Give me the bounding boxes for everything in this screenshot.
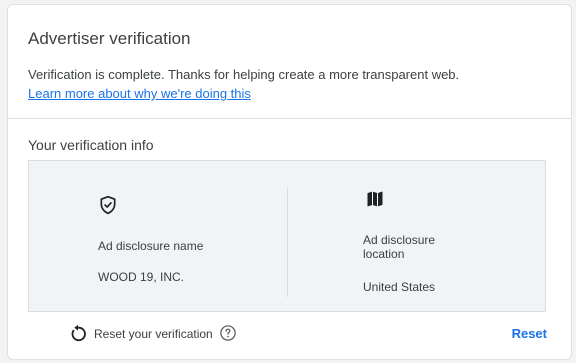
advertiser-verification-card: Advertiser verification Verification is …	[7, 4, 572, 360]
reset-icon	[71, 324, 86, 342]
verification-description: Verification is complete. Thanks for hel…	[28, 67, 460, 82]
ad-disclosure-location-value: United States	[363, 280, 436, 294]
ad-disclosure-name-value: WOOD 19, INC.	[98, 270, 185, 284]
ad-disclosure-name-label: Ad disclosure name	[98, 239, 204, 253]
card-title: Advertiser verification	[28, 29, 191, 48]
verification-info-title: Your verification info	[28, 137, 154, 153]
reset-button[interactable]: Reset	[512, 326, 547, 341]
help-icon[interactable]	[219, 324, 237, 342]
map-icon	[367, 191, 383, 207]
column-divider	[287, 187, 288, 297]
ad-disclosure-location-label: Ad disclosure location	[363, 233, 436, 261]
reset-verification-row: Reset your verification Reset	[28, 321, 551, 347]
section-divider	[8, 118, 571, 119]
learn-more-link[interactable]: Learn more about why we're doing this	[28, 86, 251, 101]
reset-verification-label: Reset your verification	[94, 327, 213, 341]
shield-check-icon	[100, 195, 116, 215]
verification-info-panel: Ad disclosure name WOOD 19, INC. Ad disc…	[28, 160, 546, 312]
